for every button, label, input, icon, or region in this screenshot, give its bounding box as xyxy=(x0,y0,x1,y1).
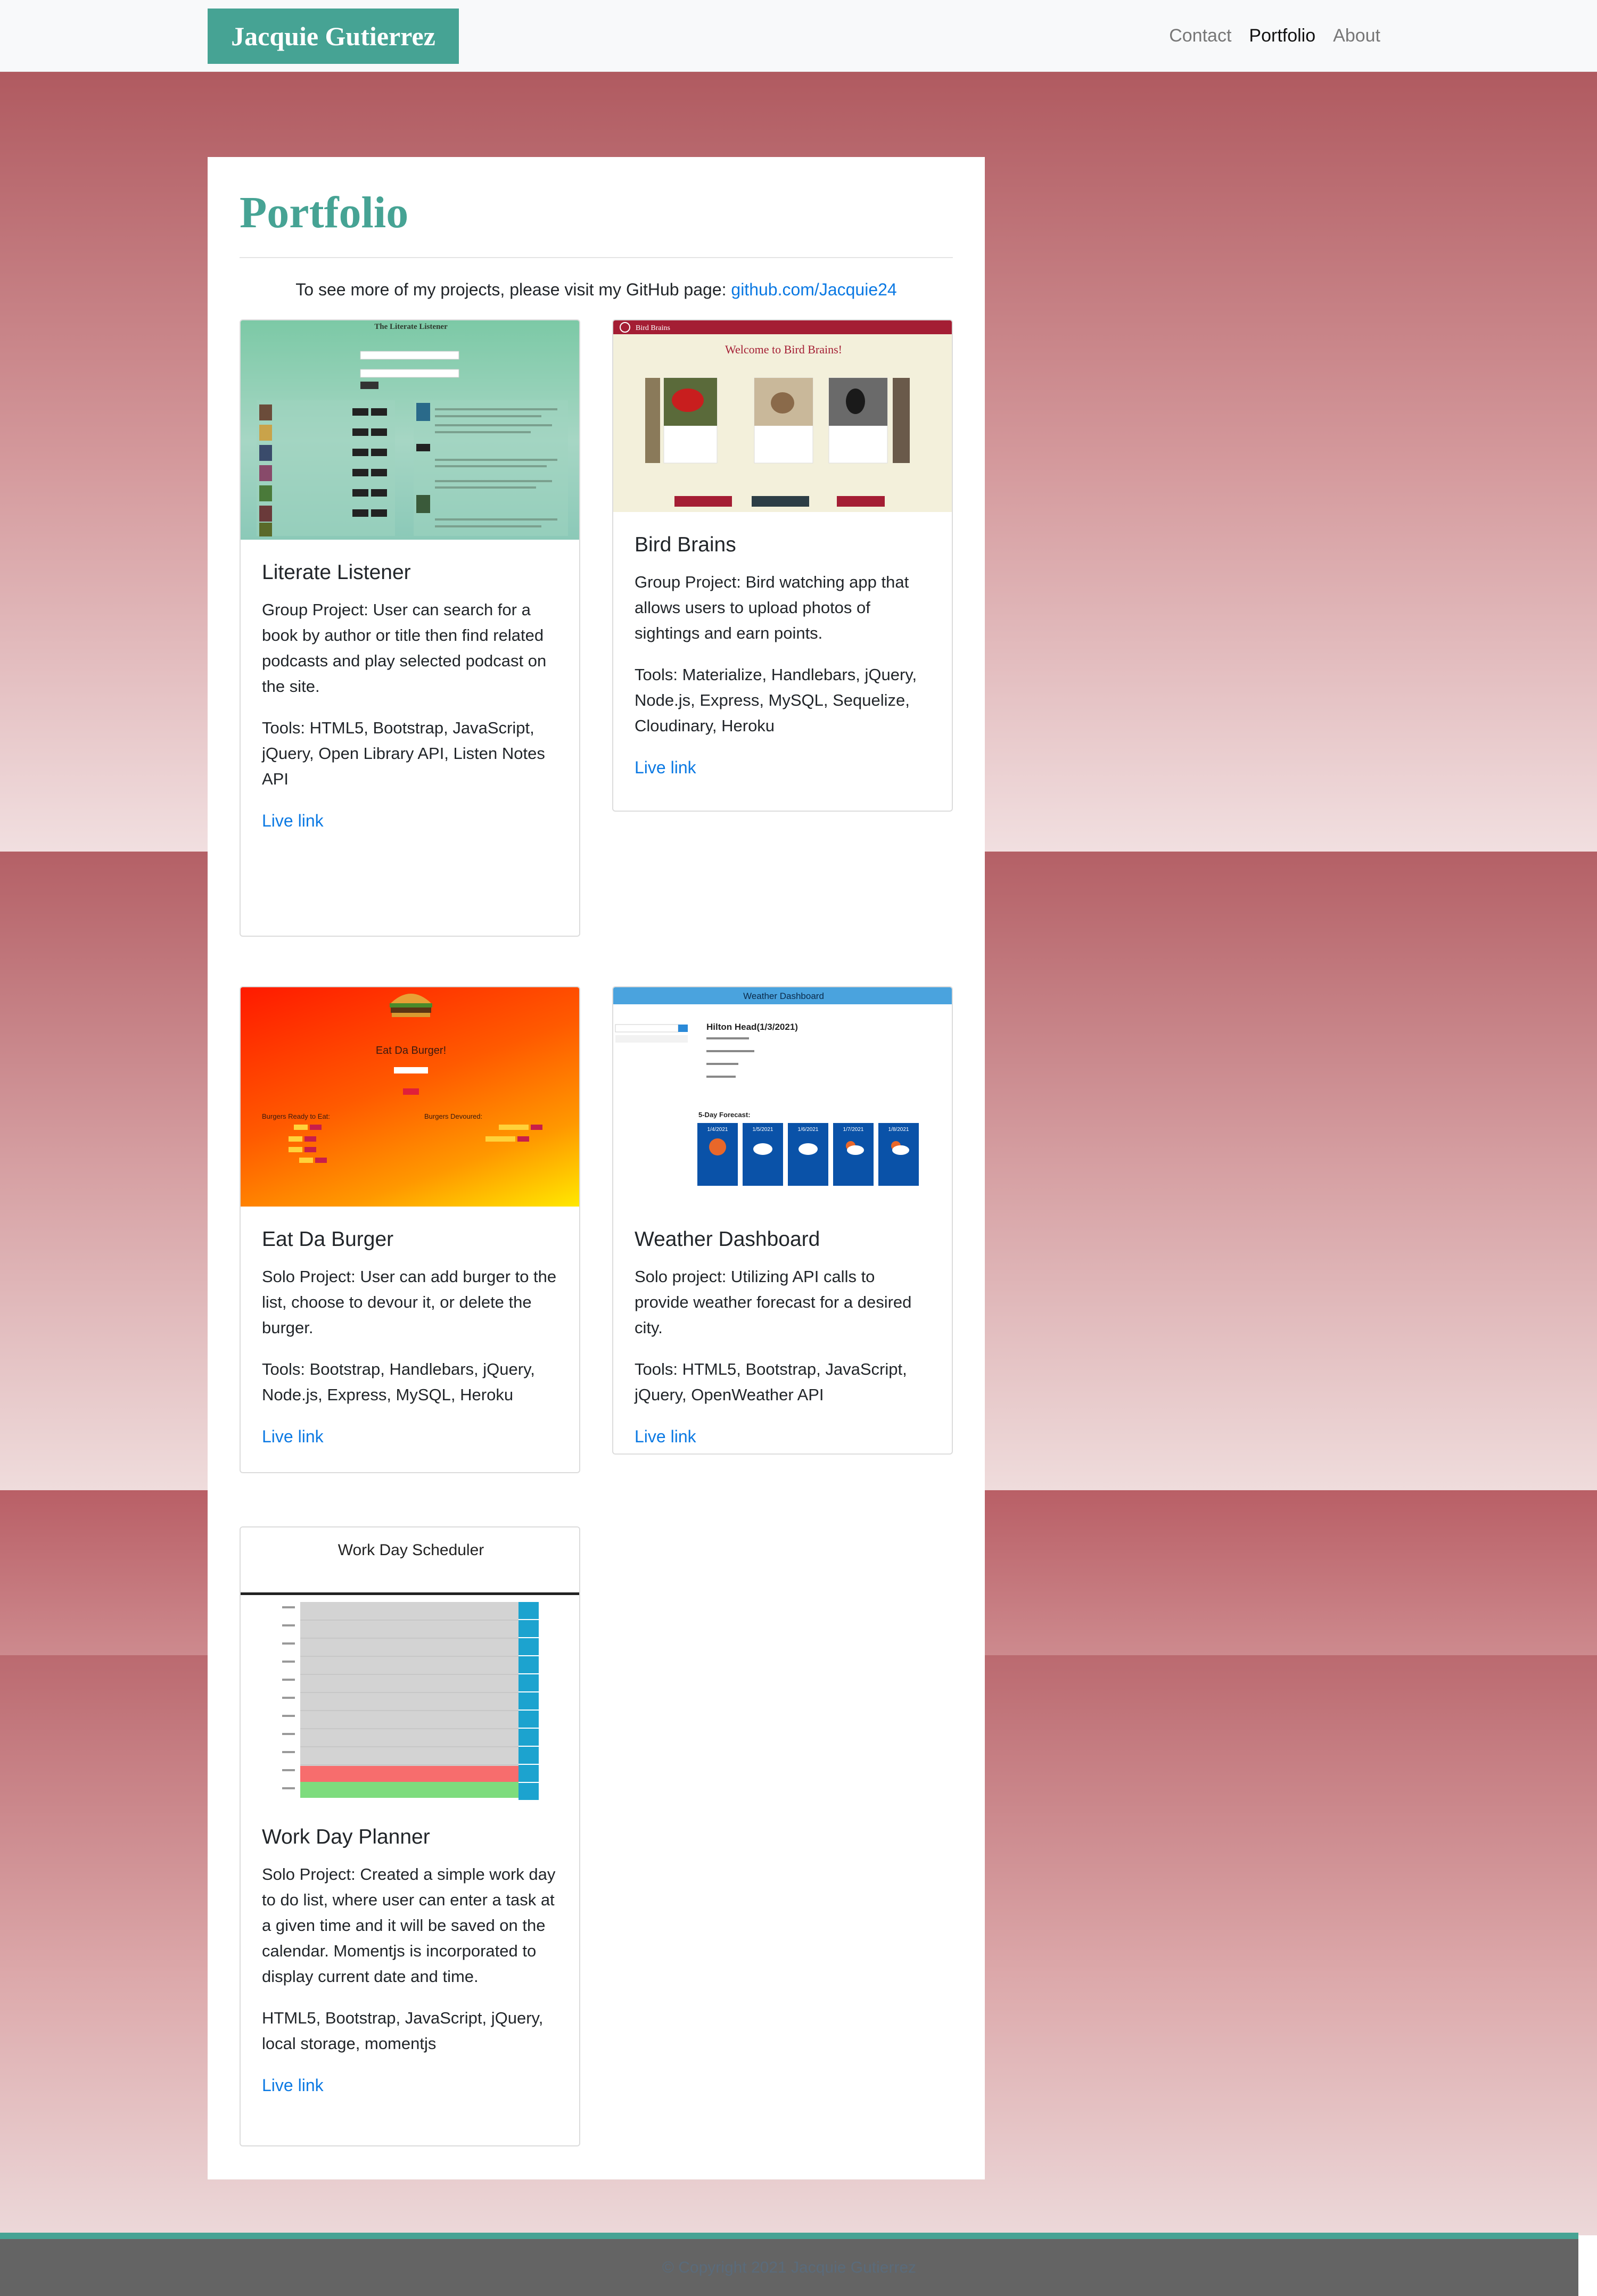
thumb-day: 1/8/2021 xyxy=(888,1127,909,1133)
nav-links: Contact Portfolio About xyxy=(1169,22,1380,49)
navbar: Jacquie Gutierrez Contact Portfolio Abou… xyxy=(0,0,1597,72)
project-description: Group Project: User can search for a boo… xyxy=(262,600,547,696)
live-link[interactable]: Live link xyxy=(262,808,324,833)
thumb-day: 1/5/2021 xyxy=(753,1127,773,1133)
project-screenshot: Work Day Scheduler xyxy=(241,1527,579,1804)
project-screenshot: The Literate Listener xyxy=(241,320,579,540)
project-tools: Tools: HTML5, Bootstrap, JavaScript, jQu… xyxy=(635,1360,907,1404)
thumb-ready-heading: Burgers Ready to Eat: xyxy=(262,1112,330,1120)
project-card-bird-brains: Bird Brains Welcome to Bird Brains! Bird… xyxy=(612,319,953,812)
footer-copyright: © Copyright 2021 Jacquie Gutierrez xyxy=(662,2259,917,2276)
card-body: Weather Dashboard Solo project: Utilizin… xyxy=(613,1207,952,1453)
thumb-title: Eat Da Burger! xyxy=(376,1045,446,1056)
project-title: Work Day Planner xyxy=(262,1826,430,1848)
thumb-city: Hilton Head(1/3/2021) xyxy=(706,1022,798,1032)
card-body: Literate Listener Group Project: User ca… xyxy=(241,540,579,855)
page-title: Portfolio xyxy=(240,188,409,237)
thumb-forecast: 5-Day Forecast: xyxy=(698,1111,751,1119)
intro-text: To see more of my projects, please visit… xyxy=(208,277,985,302)
project-tools: Tools: Materialize, Handlebars, jQuery, … xyxy=(635,665,917,735)
project-card-literate-listener: The Literate Listener Literate Listener … xyxy=(240,319,580,937)
project-description: Solo Project: User can add burger to the… xyxy=(262,1267,557,1337)
project-title: Bird Brains xyxy=(635,533,736,556)
project-title: Literate Listener xyxy=(262,561,411,584)
thumb-day: 1/7/2021 xyxy=(843,1127,864,1133)
nav-link-portfolio[interactable]: Portfolio xyxy=(1249,22,1315,49)
nav-link-about[interactable]: About xyxy=(1333,22,1380,49)
footer-accent-bar xyxy=(0,2233,1578,2239)
project-tools: HTML5, Bootstrap, JavaScript, jQuery, lo… xyxy=(262,2009,544,2053)
project-card-eat-da-burger: Eat Da Burger! Burgers Ready to Eat: Bur… xyxy=(240,986,580,1473)
brand-logo[interactable]: Jacquie Gutierrez xyxy=(208,9,459,64)
live-link[interactable]: Live link xyxy=(635,1424,696,1449)
project-description: Group Project: Bird watching app that al… xyxy=(635,573,909,642)
live-link[interactable]: Live link xyxy=(262,1424,324,1449)
github-link[interactable]: github.com/Jacquie24 xyxy=(731,280,896,299)
project-title: Eat Da Burger xyxy=(262,1228,394,1251)
card-body: Work Day Planner Solo Project: Created a… xyxy=(241,1804,579,2119)
live-link[interactable]: Live link xyxy=(635,755,696,780)
project-title: Weather Dashboard xyxy=(635,1228,820,1251)
project-screenshot: Bird Brains Welcome to Bird Brains! xyxy=(613,320,952,512)
live-link[interactable]: Live link xyxy=(262,2072,324,2098)
title-divider xyxy=(240,257,953,258)
thumb-title: Work Day Scheduler xyxy=(338,1541,484,1559)
thumb-welcome: Welcome to Bird Brains! xyxy=(725,343,842,356)
project-screenshot: Weather Dashboard Hilton Head(1/3/2021) … xyxy=(613,987,952,1207)
thumb-devoured-heading: Burgers Devoured: xyxy=(424,1112,482,1120)
thumb-title: The Literate Listener xyxy=(374,323,448,331)
project-card-weather-dashboard: Weather Dashboard Hilton Head(1/3/2021) … xyxy=(612,986,953,1455)
project-description: Solo Project: Created a simple work day … xyxy=(262,1865,556,1986)
thumb-header: Weather Dashboard xyxy=(743,991,824,1001)
card-body: Eat Da Burger Solo Project: User can add… xyxy=(241,1207,579,1471)
thumb-day: 1/4/2021 xyxy=(707,1127,728,1133)
intro-label: To see more of my projects, please visit… xyxy=(295,280,731,299)
footer: © Copyright 2021 Jacquie Gutierrez xyxy=(0,2239,1578,2296)
thumb-day: 1/6/2021 xyxy=(798,1127,819,1133)
nav-link-contact[interactable]: Contact xyxy=(1169,22,1231,49)
thumb-header: Bird Brains xyxy=(636,324,670,332)
project-tools: Tools: HTML5, Bootstrap, JavaScript, jQu… xyxy=(262,718,545,788)
project-tools: Tools: Bootstrap, Handlebars, jQuery, No… xyxy=(262,1360,535,1404)
portfolio-panel: Portfolio To see more of my projects, pl… xyxy=(208,157,985,2179)
project-card-work-day-planner: Work Day Scheduler Work Day Planner Solo… xyxy=(240,1526,580,2146)
card-body: Bird Brains Group Project: Bird watching… xyxy=(613,512,952,802)
project-screenshot: Eat Da Burger! Burgers Ready to Eat: Bur… xyxy=(241,987,579,1207)
project-description: Solo project: Utilizing API calls to pro… xyxy=(635,1267,912,1337)
